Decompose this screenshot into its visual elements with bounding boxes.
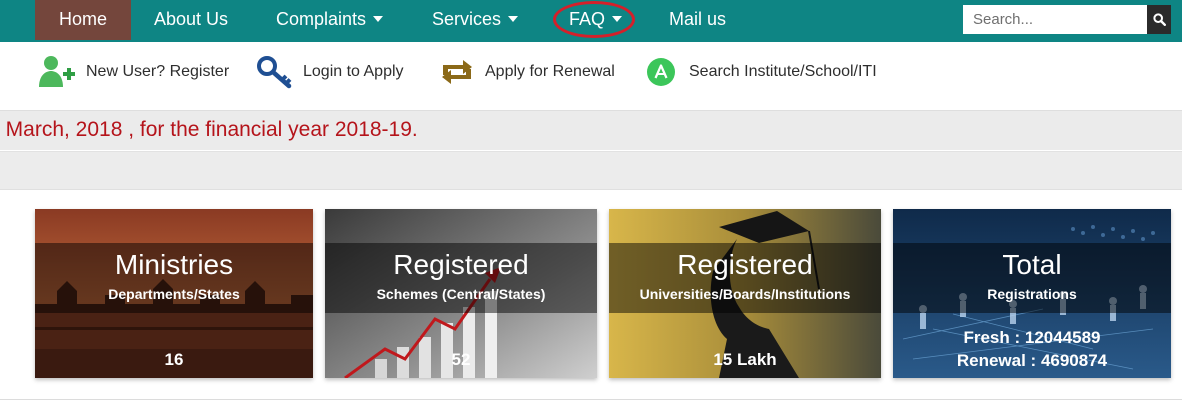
nav-complaints-label: Complaints [276, 9, 367, 29]
news-ticker: t March, 2018 , for the financial year 2… [0, 110, 1182, 150]
stat-card-universities[interactable]: Registered Universities/Boards/Instituti… [609, 209, 881, 378]
stat-card-registrations[interactable]: Total Registrations Fresh : 12044589 Ren… [893, 209, 1171, 378]
divider [0, 399, 1182, 400]
search-institute-link[interactable]: Search Institute/School/ITI [641, 52, 877, 92]
nav-faq[interactable]: FAQ [569, 0, 623, 40]
card-title: Total [1002, 249, 1062, 280]
ticker-text: t March, 2018 , for the financial year 2… [0, 118, 418, 141]
card-value: 16 [164, 350, 184, 369]
login-label: Login to Apply [303, 63, 404, 80]
nav-home[interactable]: Home [35, 0, 131, 40]
search-icon [1152, 13, 1166, 26]
renewal-registrations-value: Renewal : 4690874 [956, 351, 1108, 370]
gray-band [0, 151, 1182, 190]
nav-faq-label: FAQ [569, 9, 606, 29]
key-icon [255, 52, 295, 92]
nav-services-label: Services [432, 9, 502, 29]
card-subtitle: Schemes (Central/States) [376, 286, 546, 302]
card-value: 52 [451, 350, 471, 369]
stat-card-ministries[interactable]: Ministries Departments/States 16 [35, 209, 313, 378]
renewal-label: Apply for Renewal [485, 63, 615, 80]
search-institute-icon [641, 52, 681, 92]
search-button[interactable] [1147, 5, 1171, 34]
nav-about-us[interactable]: About Us [154, 0, 228, 40]
card-title: Ministries [114, 249, 234, 280]
register-link[interactable]: New User? Register [38, 52, 229, 92]
renew-arrows-icon [437, 52, 477, 92]
card-value: 15 Lakh [713, 350, 777, 369]
card-title: Registered [393, 249, 529, 280]
card-subtitle: Departments/States [108, 286, 240, 302]
nav-home-label: Home [58, 9, 107, 29]
nav-mail-us[interactable]: Mail us [669, 0, 726, 40]
stat-card-schemes[interactable]: Registered Schemes (Central/States) 52 [325, 209, 597, 378]
fresh-registrations-value: Fresh : 12044589 [963, 328, 1101, 347]
register-label: New User? Register [86, 63, 230, 80]
nav-complaints[interactable]: Complaints [276, 0, 384, 40]
login-link[interactable]: Login to Apply [255, 52, 404, 92]
chevron-down-icon [612, 16, 623, 22]
add-user-icon [38, 52, 78, 92]
card-title: Registered [677, 249, 813, 280]
card-subtitle: Universities/Boards/Institutions [639, 286, 851, 302]
chevron-down-icon [508, 16, 519, 22]
nav-about-us-label: About Us [154, 9, 229, 29]
search-input[interactable] [963, 5, 1147, 34]
renewal-link[interactable]: Apply for Renewal [437, 52, 615, 92]
search-institute-label: Search Institute/School/ITI [689, 63, 877, 80]
nav-mail-us-label: Mail us [669, 9, 727, 29]
top-navigation-bar: Home About Us Complaints Services FAQ Ma… [0, 0, 1182, 42]
nav-services[interactable]: Services [432, 0, 519, 40]
chevron-down-icon [373, 16, 384, 22]
card-subtitle: Registrations [987, 286, 1077, 302]
